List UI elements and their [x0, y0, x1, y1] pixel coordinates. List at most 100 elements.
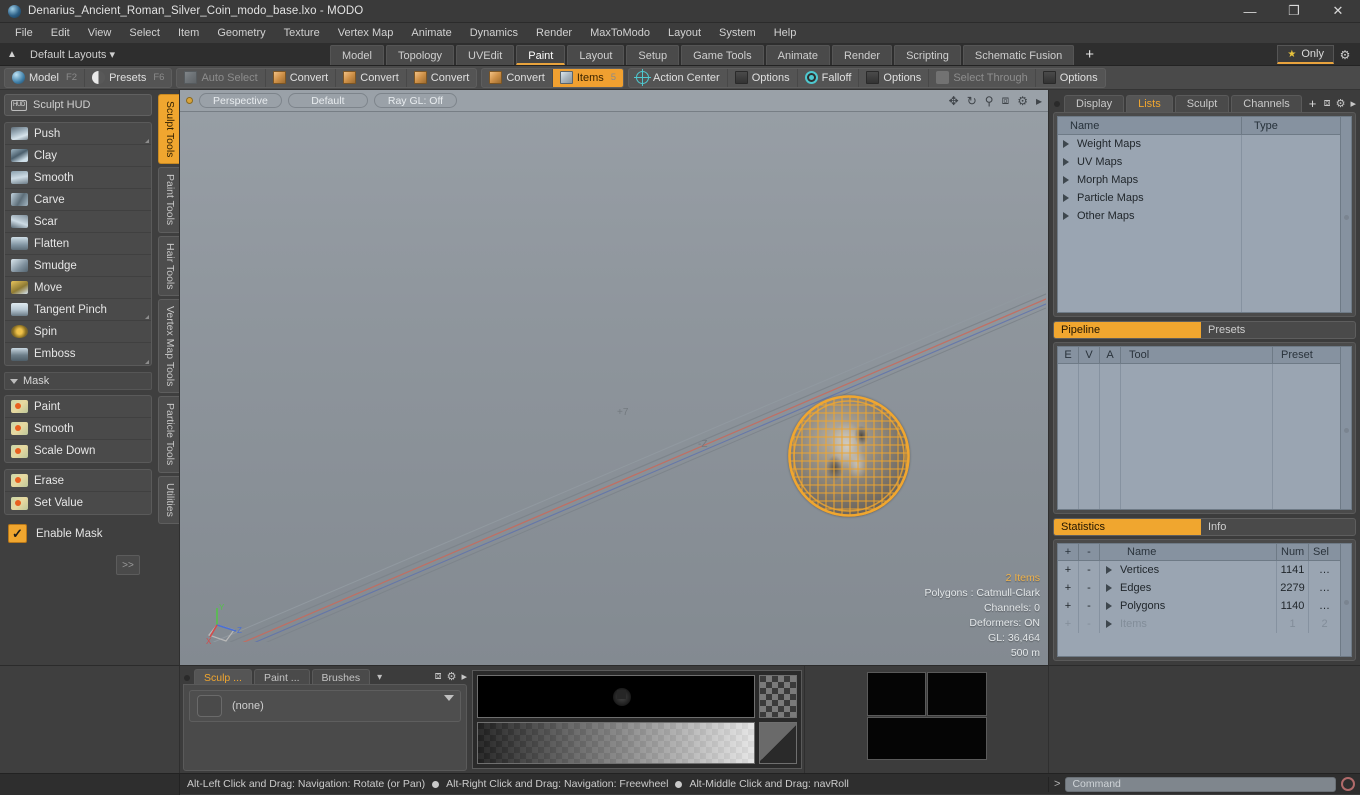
alpha-gradient-field[interactable]: [477, 675, 755, 718]
column-header-type[interactable]: Type: [1242, 117, 1340, 134]
swatch-cell[interactable]: [866, 672, 926, 716]
expand-icon[interactable]: ⧈: [1324, 97, 1331, 110]
layout-tab-scripting[interactable]: Scripting: [894, 44, 961, 65]
chevron-right-icon[interactable]: ▸: [1036, 94, 1042, 108]
right-tab-sculpt[interactable]: Sculpt: [1174, 95, 1230, 112]
gradient-editor[interactable]: [472, 670, 802, 769]
menu-item-animate[interactable]: Animate: [402, 23, 460, 44]
stat-name-cell[interactable]: Items: [1100, 615, 1277, 633]
menu-item-dynamics[interactable]: Dynamics: [461, 23, 527, 44]
tool-spin[interactable]: Spin: [5, 321, 151, 343]
action-center-button[interactable]: Action Center: [629, 68, 728, 87]
more-options-icon[interactable]: [145, 315, 149, 319]
auto-select-button[interactable]: Auto Select: [177, 68, 266, 87]
model-button[interactable]: Model F2: [5, 68, 86, 87]
vertical-tab-sculpt-tools[interactable]: Sculpt Tools: [158, 94, 179, 165]
falloff-button[interactable]: Falloff: [798, 68, 860, 87]
items-button[interactable]: Items 5: [552, 68, 624, 87]
column-header-v[interactable]: V: [1079, 347, 1100, 363]
move-icon[interactable]: ✥: [949, 94, 959, 108]
alpha-checker-swatch[interactable]: [759, 675, 797, 718]
vertical-tab-vertex-map-tools[interactable]: Vertex Map Tools: [158, 299, 179, 394]
raygl-selector[interactable]: Ray GL: Off: [373, 93, 458, 108]
list-item[interactable]: Weight Maps: [1058, 135, 1241, 153]
layout-tab-layout[interactable]: Layout: [567, 44, 625, 65]
column-header-e[interactable]: E: [1058, 347, 1079, 363]
stat-remove-button[interactable]: -: [1079, 597, 1100, 615]
panel-menu-dot-icon[interactable]: [1054, 101, 1060, 107]
menu-item-layout[interactable]: Layout: [659, 23, 710, 44]
convert-button[interactable]: Convert: [266, 68, 337, 87]
enable-mask-row[interactable]: ✓ Enable Mask: [4, 521, 152, 543]
segment-tab-info[interactable]: Info: [1201, 519, 1355, 535]
viewport-canvas[interactable]: +7 -Z Y Z X 2 Items Polygons : Catmull-C…: [180, 112, 1048, 665]
column-header-name[interactable]: Name: [1058, 117, 1242, 134]
stat-remove-button[interactable]: -: [1079, 579, 1100, 597]
tool-push[interactable]: Push: [5, 123, 151, 145]
column-header-plus[interactable]: +: [1058, 544, 1079, 560]
convert-button[interactable]: Convert: [407, 69, 477, 87]
stat-name-cell[interactable]: Polygons: [1100, 597, 1277, 615]
expand-arrow-icon[interactable]: [1063, 212, 1069, 220]
lists-scrollbar[interactable]: [1341, 116, 1352, 313]
menu-item-render[interactable]: Render: [527, 23, 581, 44]
mask-section-header[interactable]: Mask: [4, 372, 152, 390]
list-item[interactable]: Particle Maps: [1058, 189, 1241, 207]
menu-item-maxtomodo[interactable]: MaxToModo: [581, 23, 659, 44]
chevron-right-icon[interactable]: ▸: [461, 670, 467, 683]
menu-item-help[interactable]: Help: [765, 23, 806, 44]
expand-arrow-icon[interactable]: [1106, 620, 1112, 628]
menu-item-texture[interactable]: Texture: [275, 23, 329, 44]
stat-remove-button[interactable]: -: [1079, 615, 1100, 633]
bottom-tab-brushes[interactable]: Brushes: [311, 669, 371, 685]
layout-tab-schematic-fusion[interactable]: Schematic Fusion: [962, 44, 1075, 65]
expand-icon[interactable]: ⧈: [435, 670, 442, 683]
default-layouts-label[interactable]: Default Layouts ▾: [30, 48, 115, 61]
add-layout-tab-button[interactable]: +: [1076, 45, 1103, 65]
layout-tab-paint[interactable]: Paint: [516, 44, 566, 65]
stat-add-button[interactable]: +: [1058, 615, 1079, 633]
menu-item-select[interactable]: Select: [120, 23, 169, 44]
close-button[interactable]: ✕: [1316, 0, 1360, 23]
gear-icon[interactable]: ⚙: [1334, 48, 1356, 62]
rotate-icon[interactable]: ↻: [967, 94, 977, 108]
stat-add-button[interactable]: +: [1058, 579, 1079, 597]
options-button[interactable]: Options: [1036, 69, 1105, 87]
expand-arrow-icon[interactable]: [1063, 176, 1069, 184]
right-tab-lists[interactable]: Lists: [1126, 95, 1173, 112]
column-header-minus[interactable]: -: [1079, 544, 1100, 560]
viewport-menu-dot-icon[interactable]: [186, 97, 193, 104]
tool-paint[interactable]: Paint: [5, 396, 151, 418]
tool-smooth[interactable]: Smooth: [5, 167, 151, 189]
menu-item-item[interactable]: Item: [169, 23, 208, 44]
convert-button[interactable]: Convert: [482, 68, 553, 87]
tool-smudge[interactable]: Smudge: [5, 255, 151, 277]
command-input[interactable]: Command: [1065, 776, 1336, 792]
record-icon[interactable]: [1341, 777, 1355, 791]
expand-arrow-icon[interactable]: [1063, 140, 1069, 148]
tool-scale-down[interactable]: Scale Down: [5, 440, 151, 462]
statistics-scrollbar[interactable]: [1341, 543, 1352, 657]
column-header-a[interactable]: A: [1100, 347, 1121, 363]
menu-item-vertex-map[interactable]: Vertex Map: [329, 23, 403, 44]
tool-erase[interactable]: Erase: [5, 470, 151, 492]
menu-item-view[interactable]: View: [79, 23, 121, 44]
layout-tab-topology[interactable]: Topology: [385, 44, 455, 65]
expand-panel-button[interactable]: >>: [116, 555, 140, 575]
column-header-preset[interactable]: Preset: [1273, 347, 1340, 363]
vertical-tab-paint-tools[interactable]: Paint Tools: [158, 167, 179, 233]
gear-icon[interactable]: ⚙: [1017, 94, 1028, 108]
list-item[interactable]: UV Maps: [1058, 153, 1241, 171]
column-header-name[interactable]: Name: [1100, 544, 1277, 560]
options-button[interactable]: Options: [859, 68, 930, 87]
chevron-down-icon[interactable]: [444, 695, 454, 701]
pipeline-scrollbar[interactable]: [1341, 346, 1352, 510]
tool-carve[interactable]: Carve: [5, 189, 151, 211]
chevron-down-icon[interactable]: ▾: [377, 672, 382, 683]
tool-scar[interactable]: Scar: [5, 211, 151, 233]
gear-icon[interactable]: ⚙: [447, 670, 457, 683]
projection-selector[interactable]: Perspective: [199, 93, 282, 108]
layout-tab-model[interactable]: Model: [330, 44, 384, 65]
add-tab-button[interactable]: +: [1304, 95, 1322, 112]
column-header-num[interactable]: Num: [1277, 544, 1309, 560]
